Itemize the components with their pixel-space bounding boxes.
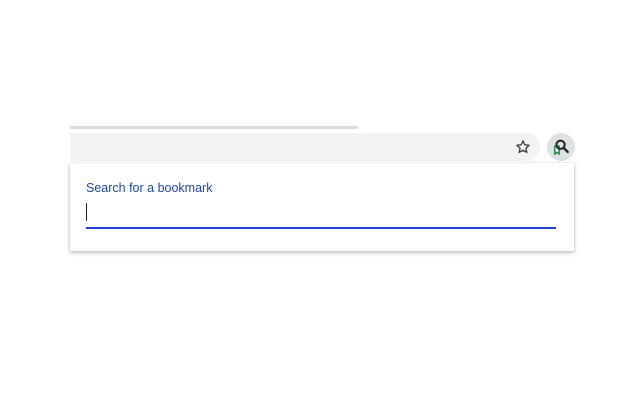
browser-toolbar bbox=[70, 131, 584, 163]
bookmark-search-popup: Search for a bookmark bbox=[70, 163, 574, 251]
bookmark-search-extension-button[interactable] bbox=[547, 133, 575, 161]
bookmark-star-button[interactable] bbox=[510, 134, 536, 160]
browser-window: Search for a bookmark bbox=[0, 0, 640, 400]
tab-strip-edge bbox=[70, 126, 358, 129]
search-label: Search for a bookmark bbox=[86, 181, 213, 195]
text-caret bbox=[86, 203, 87, 221]
search-input[interactable] bbox=[86, 201, 556, 227]
star-outline-icon bbox=[516, 140, 530, 154]
search-field[interactable] bbox=[86, 201, 556, 229]
bookmark-search-icon bbox=[553, 139, 569, 155]
address-bar[interactable] bbox=[70, 133, 540, 161]
